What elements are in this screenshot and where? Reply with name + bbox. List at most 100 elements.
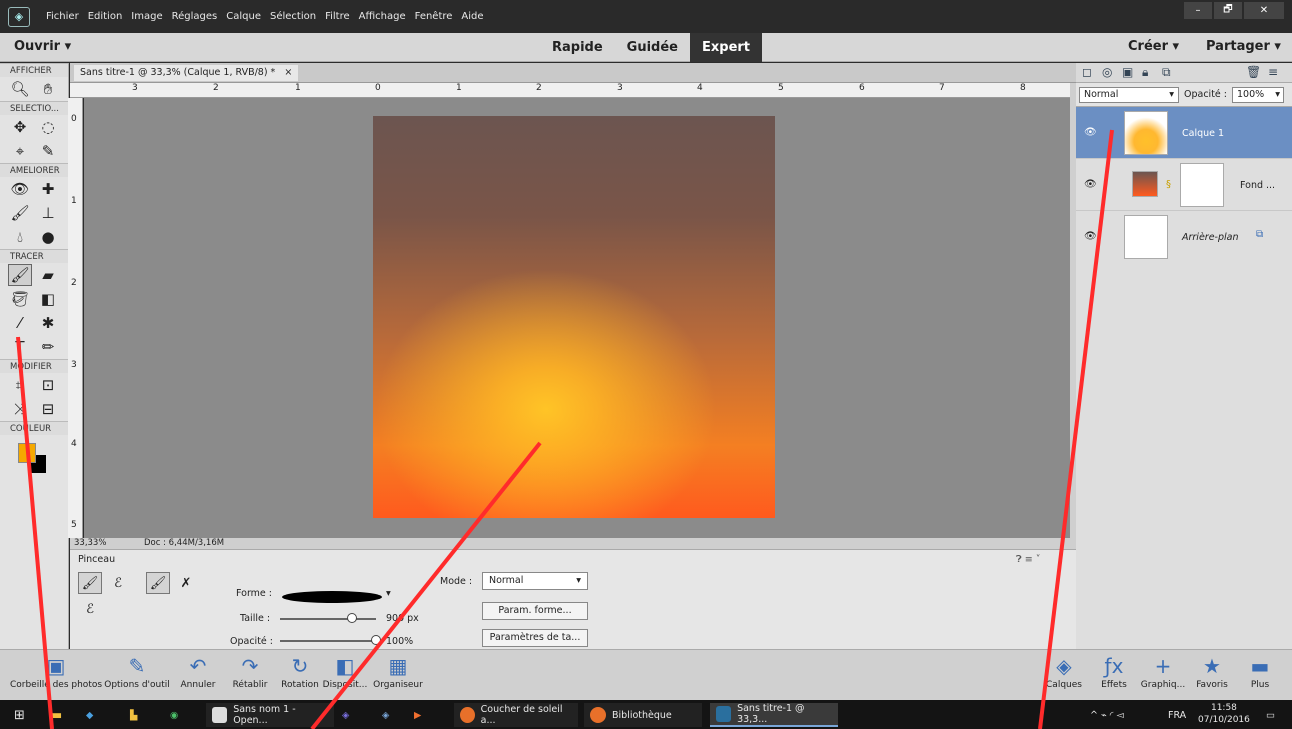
crop-icon[interactable]: ⌗ xyxy=(8,374,32,396)
panel-menu-icon[interactable]: ≡ xyxy=(1268,65,1278,79)
opacity-slider-knob[interactable] xyxy=(371,635,381,645)
tab-guidee[interactable]: Guidée xyxy=(615,33,690,62)
tablet-settings-button[interactable]: Paramètres de ta... xyxy=(482,629,588,647)
blend-mode-select[interactable]: Normal ▾ xyxy=(1079,87,1179,103)
language-indicator[interactable]: FRA xyxy=(1168,703,1186,727)
minimize-button[interactable]: – xyxy=(1184,2,1212,19)
mask-icon[interactable]: ▣ xyxy=(1122,65,1133,79)
tab-expert[interactable]: Expert xyxy=(690,33,763,62)
sunset-gradient-image[interactable] xyxy=(373,116,775,518)
recompose-icon[interactable]: ⊡ xyxy=(36,374,60,396)
layer-name[interactable]: Fond ... xyxy=(1240,180,1275,191)
visibility-eye-icon[interactable]: 👁︎ xyxy=(1084,231,1097,242)
brush-icon[interactable]: 🖌︎ xyxy=(8,264,32,286)
spot-healing-icon[interactable]: ✚ xyxy=(36,178,60,200)
app-icon[interactable]: ◈ xyxy=(382,703,389,727)
layers-button[interactable]: ◈ Calques xyxy=(1042,654,1086,690)
layer-name[interactable]: Calque 1 xyxy=(1182,128,1224,139)
size-value[interactable]: 900 px xyxy=(386,613,419,624)
size-slider[interactable] xyxy=(280,618,376,620)
graphics-button[interactable]: + Graphiq... xyxy=(1136,654,1190,690)
airbrush-off-icon[interactable]: 🖌︎ xyxy=(146,572,170,594)
zoom-level[interactable]: 33,33% xyxy=(74,538,106,549)
hand-icon[interactable]: ✋︎ xyxy=(36,78,60,100)
brush-preview[interactable] xyxy=(282,591,382,603)
close-tab-icon[interactable]: × xyxy=(284,67,292,78)
help-icon[interactable]: ❓︎ ≡ ˅ xyxy=(1016,554,1040,565)
layer-row-arriere-plan[interactable]: 👁︎ Arrière-plan ⧉ xyxy=(1076,211,1292,263)
close-button[interactable]: ✕ xyxy=(1244,2,1284,19)
brush-mode-icon[interactable]: 🖌︎ xyxy=(78,572,102,594)
windows-start-icon[interactable]: ⊞ xyxy=(14,703,25,727)
red-eye-icon[interactable]: 👁︎ xyxy=(8,178,32,200)
menu-fenetre[interactable]: Fenêtre xyxy=(415,11,453,22)
app-icon[interactable]: ▶ xyxy=(414,703,421,727)
menu-image[interactable]: Image xyxy=(131,11,162,22)
trash-icon[interactable]: 🗑︎ xyxy=(1246,65,1261,79)
smart-brush-icon[interactable]: 🖌︎ xyxy=(8,202,32,224)
chevron-down-icon[interactable]: ▾ xyxy=(386,588,391,599)
menu-aide[interactable]: Aide xyxy=(461,11,483,22)
clone-stamp-icon[interactable]: ⊥ xyxy=(36,202,60,224)
app-icon[interactable]: ◆ xyxy=(86,703,93,727)
canvas-area[interactable] xyxy=(84,98,1070,538)
taskbar-item-firefox-sunset[interactable]: Coucher de soleil a... xyxy=(454,703,578,727)
opacity-slider[interactable] xyxy=(280,640,376,642)
chain-link-icon[interactable]: § xyxy=(1166,179,1171,190)
tool-options-button[interactable]: ✎ Options d'outil xyxy=(98,654,176,690)
taskbar-item-photoshop-elements[interactable]: Sans titre-1 @ 33,3... xyxy=(710,703,838,727)
layer-row-calque-1[interactable]: 👁︎ Calque 1 xyxy=(1076,107,1292,159)
lasso-icon[interactable]: ⌖ xyxy=(8,140,32,162)
menu-edition[interactable]: Edition xyxy=(88,11,123,22)
color-replacement-icon[interactable]: ℰ xyxy=(78,598,102,620)
create-button[interactable]: Créer ▾ xyxy=(1128,39,1179,54)
restore-button[interactable]: 🗗 xyxy=(1214,2,1242,19)
locked-background-icon[interactable]: ⧉ xyxy=(1256,229,1263,240)
eraser-icon[interactable]: ▰ xyxy=(36,264,60,286)
menu-selection[interactable]: Sélection xyxy=(270,11,316,22)
magic-wand-icon[interactable]: ✎ xyxy=(36,140,60,162)
lock-icon[interactable]: 🔒︎ xyxy=(1142,65,1148,80)
foreground-color-swatch[interactable] xyxy=(18,443,36,463)
menu-reglages[interactable]: Réglages xyxy=(172,11,218,22)
text-icon[interactable]: T xyxy=(8,336,32,358)
app-icon[interactable]: ▙ xyxy=(130,703,137,727)
open-button[interactable]: Ouvrir ▾ xyxy=(14,39,71,54)
clock[interactable]: 11:58 07/10/2016 xyxy=(1198,702,1250,726)
app-icon[interactable]: ◈ xyxy=(342,703,349,727)
menu-fichier[interactable]: Fichier xyxy=(46,11,79,22)
brush-settings-button[interactable]: Param. forme... xyxy=(482,602,588,620)
layout-button[interactable]: ◧ Disposit... xyxy=(320,654,370,690)
more-button[interactable]: ▬ Plus xyxy=(1240,654,1280,690)
new-layer-icon[interactable]: ◻ xyxy=(1082,65,1092,79)
straighten-icon[interactable]: ⊟ xyxy=(36,398,60,420)
mode-select[interactable]: Normal ▾ xyxy=(482,572,588,590)
size-slider-knob[interactable] xyxy=(347,613,357,623)
document-tab[interactable]: Sans titre-1 @ 33,3% (Calque 1, RVB/8) *… xyxy=(74,65,299,81)
tray-icons[interactable]: ^ ⌁ ◜ ◅ xyxy=(1090,703,1124,727)
airbrush-icon[interactable]: ✗ xyxy=(174,572,198,594)
impressionist-brush-icon[interactable]: ℰ xyxy=(106,572,130,594)
zoom-icon[interactable]: 🔍︎ xyxy=(8,78,32,100)
content-aware-move-icon[interactable]: ⤨ xyxy=(8,398,32,420)
rotate-button[interactable]: ↻ Rotation xyxy=(276,654,324,690)
layer-opacity-input[interactable]: 100% ▾ xyxy=(1232,87,1284,103)
layer-mask-thumbnail[interactable] xyxy=(1180,163,1224,207)
tab-rapide[interactable]: Rapide xyxy=(540,33,615,62)
layer-row-fond[interactable]: 👁︎ § Fond ... xyxy=(1076,159,1292,211)
file-explorer-icon[interactable]: ▬ xyxy=(50,703,62,727)
redo-button[interactable]: ↷ Rétablir xyxy=(226,654,274,690)
color-picker-icon[interactable]: ⁄ xyxy=(8,312,32,334)
menu-filtre[interactable]: Filtre xyxy=(325,11,350,22)
photo-bin-button[interactable]: ▣ Corbeille des photos xyxy=(0,654,112,690)
organizer-button[interactable]: ▦ Organiseur xyxy=(370,654,426,690)
menu-affichage[interactable]: Affichage xyxy=(359,11,406,22)
link-layers-icon[interactable]: ⧉ xyxy=(1162,65,1171,80)
share-button[interactable]: Partager ▾ xyxy=(1206,39,1281,54)
pencil-icon[interactable]: ✏︎ xyxy=(36,336,60,358)
move-icon[interactable]: ✥ xyxy=(8,116,32,138)
chrome-icon[interactable]: ◉ xyxy=(170,703,178,727)
menu-calque[interactable]: Calque xyxy=(226,11,261,22)
chevron-down-icon[interactable]: ▾ xyxy=(1275,88,1280,102)
gradient-icon[interactable]: ◧ xyxy=(36,288,60,310)
